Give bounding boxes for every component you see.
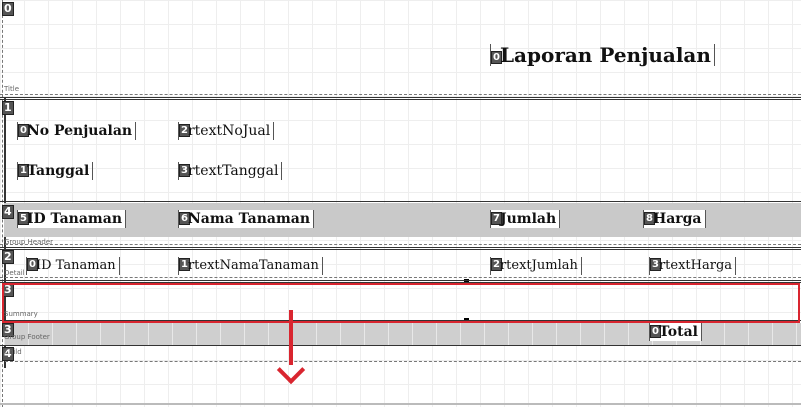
label-total[interactable]: 0Total [649, 323, 702, 341]
label-id-tanaman[interactable]: 5ID Tanaman [17, 210, 126, 228]
label-total-text: Total [658, 324, 698, 340]
summary-highlight-box [2, 283, 800, 323]
field-rtextnamatanaman[interactable]: 1rtextNamaTanaman [178, 257, 323, 275]
label-jumlah[interactable]: 7Jumlah [490, 210, 561, 228]
group-header-separator[interactable] [0, 247, 801, 250]
field-rtexttanggal-text: rtextTanggal [187, 163, 279, 179]
field-rtextjumlah[interactable]: 2rtextJumlah [490, 257, 582, 275]
title-band-separator[interactable] [0, 97, 801, 100]
group-footer-bottom[interactable] [0, 345, 801, 346]
group-header-bottom [0, 244, 801, 245]
title-band-bottom [0, 94, 801, 95]
field-id-tanaman[interactable]: 0ID Tanaman [26, 257, 120, 275]
group-header-band-index[interactable]: 4 [2, 205, 14, 219]
field-rtextharga-text: rtextHarga [658, 258, 733, 273]
label-no-penjualan-text: No Penjualan [26, 123, 133, 139]
label-nama-tanaman-text: Nama Tanaman [187, 211, 311, 227]
field-id-tanaman-text: ID Tanaman [35, 258, 116, 273]
header-band-bottom[interactable] [0, 201, 801, 202]
header-band-index[interactable]: 1 [2, 101, 14, 115]
label-jumlah-text: Jumlah [499, 211, 557, 227]
child-band-bottom [0, 361, 801, 362]
label-tanggal[interactable]: 1Tanggal [17, 162, 94, 180]
report-designer-canvas[interactable]: 0 0Laporan Penjualan Title 1 0No Penjual… [0, 0, 801, 407]
field-rtextharga[interactable]: 3rtextHarga [649, 257, 737, 275]
title-band-label: Title [4, 85, 20, 93]
detail-band-label: Detail [4, 269, 25, 277]
label-tanggal-text: Tanggal [26, 163, 90, 179]
canvas-bottom-edge [0, 403, 801, 405]
label-harga-text: Harga [652, 211, 702, 227]
detail-band-index[interactable]: 2 [2, 250, 14, 264]
field-rtextnojual[interactable]: 2rtextNoJual [178, 122, 275, 140]
label-nama-tanaman[interactable]: 6Nama Tanaman [178, 210, 315, 228]
field-rtextnamatanaman-text: rtextNamaTanaman [187, 258, 319, 273]
label-no-penjualan[interactable]: 0No Penjualan [17, 122, 137, 140]
field-rtexttanggal[interactable]: 3rtextTanggal [178, 162, 283, 180]
label-id-tanaman-text: ID Tanaman [26, 211, 122, 227]
field-rtextjumlah-text: rtextJumlah [499, 258, 578, 273]
report-title-field[interactable]: 0Laporan Penjualan [490, 44, 715, 66]
field-rtextnojual-text: rtextNoJual [187, 123, 271, 139]
group-footer-band-label: Group Footer [4, 333, 50, 341]
detail-band-bottom [0, 277, 801, 278]
label-harga[interactable]: 8Harga [643, 210, 706, 228]
report-title-text: Laporan Penjualan [499, 43, 711, 67]
title-band-index[interactable]: 0 [2, 2, 14, 16]
child-band-label: Child [4, 348, 22, 356]
